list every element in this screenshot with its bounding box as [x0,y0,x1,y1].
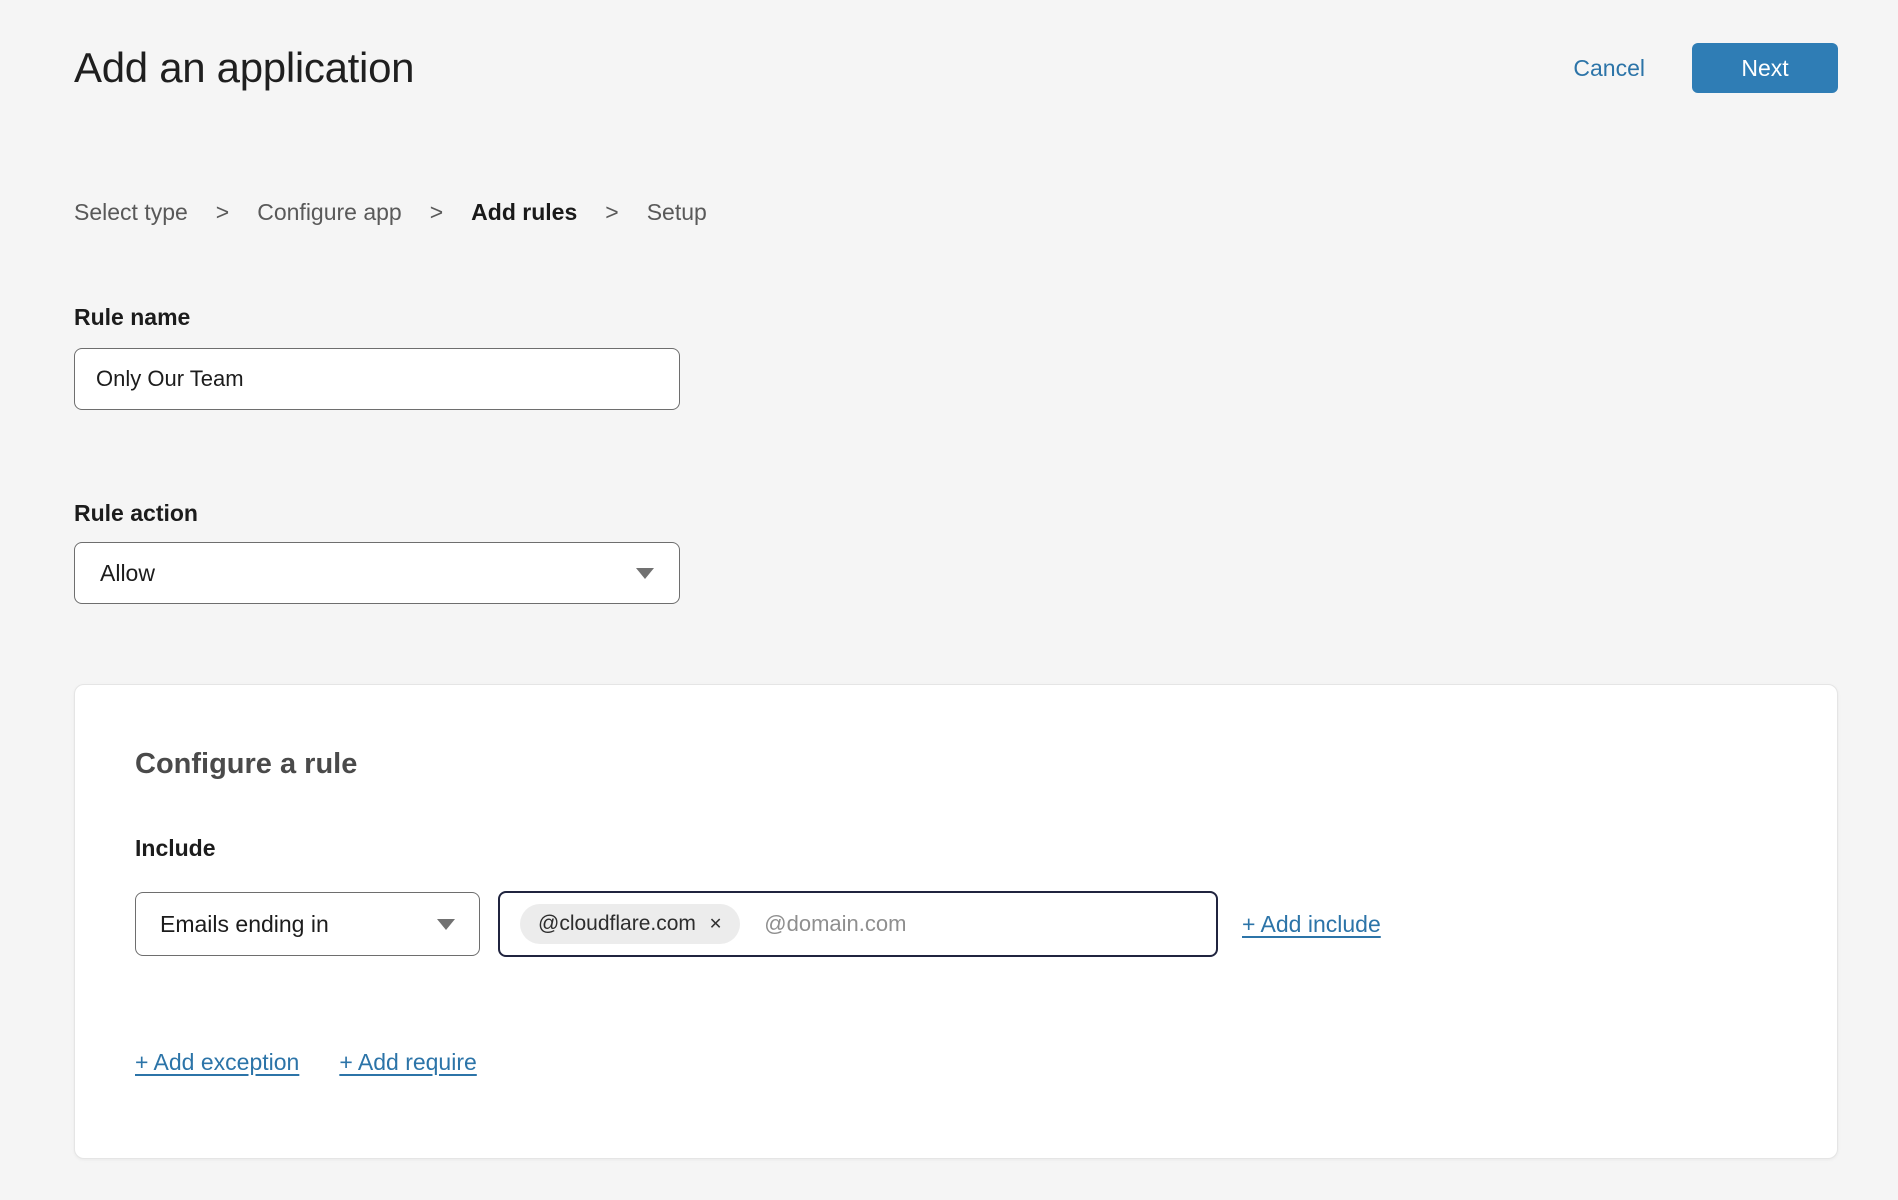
include-rule-row: Emails ending in @cloudflare.com ✕ + Add… [135,891,1777,957]
rule-action-selected-value: Allow [100,560,155,587]
rule-name-label: Rule name [74,304,1838,331]
add-exception-link[interactable]: + Add exception [135,1049,299,1076]
include-selector-select[interactable]: Emails ending in [135,892,480,956]
email-domain-text-input[interactable] [764,911,1202,937]
breadcrumb-separator: > [216,198,229,226]
email-domain-chip: @cloudflare.com ✕ [520,904,740,944]
chip-remove-icon[interactable]: ✕ [709,915,722,933]
cancel-button[interactable]: Cancel [1573,55,1645,82]
page-title: Add an application [74,42,414,94]
breadcrumb-step-add-rules[interactable]: Add rules [471,198,577,226]
breadcrumb: Select type > Configure app > Add rules … [74,198,1838,226]
rule-name-input[interactable] [74,348,680,410]
breadcrumb-step-setup[interactable]: Setup [647,198,707,226]
breadcrumb-separator: > [605,198,618,226]
page-header: Add an application Cancel Next [74,0,1838,94]
rule-action-label: Rule action [74,500,1838,527]
rule-extra-links-row: + Add exception + Add require [135,1049,1777,1076]
page: Add an application Cancel Next Select ty… [0,0,1898,1159]
include-selector-value: Emails ending in [160,911,329,938]
breadcrumb-separator: > [430,198,443,226]
breadcrumb-step-configure-app[interactable]: Configure app [257,198,402,226]
add-require-link[interactable]: + Add require [339,1049,476,1076]
email-domain-tag-input[interactable]: @cloudflare.com ✕ [498,891,1218,957]
next-button[interactable]: Next [1692,43,1838,93]
header-actions: Cancel Next [1573,43,1838,93]
configure-rule-card: Configure a rule Include Emails ending i… [74,684,1838,1159]
add-include-link[interactable]: + Add include [1242,911,1381,938]
chevron-down-icon [437,919,455,930]
include-label: Include [135,835,1777,862]
rule-card-title: Configure a rule [135,747,1777,781]
rule-action-select[interactable]: Allow [74,542,680,604]
chevron-down-icon [636,568,654,579]
breadcrumb-step-select-type[interactable]: Select type [74,198,188,226]
email-domain-chip-label: @cloudflare.com [538,912,696,936]
